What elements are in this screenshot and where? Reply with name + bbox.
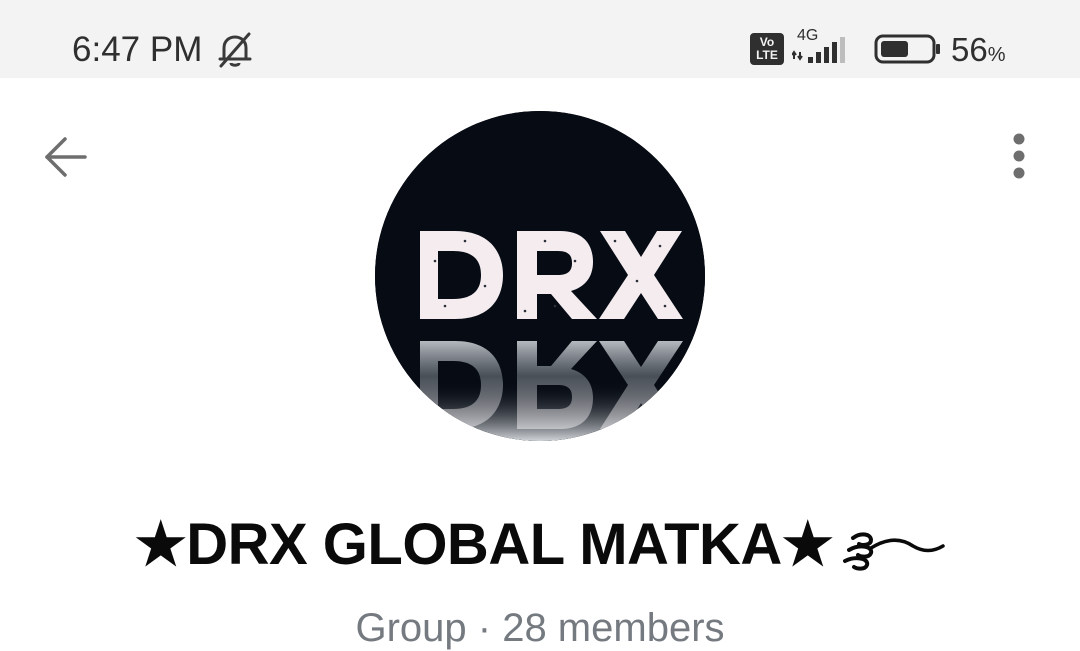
battery-percent-value: 56: [951, 31, 988, 68]
more-options-button[interactable]: [996, 126, 1042, 186]
status-time: 6:47 PM: [72, 30, 203, 69]
battery-percent-sign: %: [987, 44, 1006, 66]
volte-bottom-label: LTE: [756, 48, 778, 62]
battery-percent: 56%: [951, 30, 1006, 75]
battery-icon: [874, 34, 940, 64]
signal-icon: [792, 37, 845, 63]
volte-icon: Vo LTE: [750, 33, 784, 65]
group-avatar[interactable]: [375, 111, 705, 441]
wave-squiggle-icon: [843, 532, 946, 571]
bell-off-icon: [218, 32, 252, 68]
drx-logo: [375, 111, 705, 441]
arrow-left-icon: [45, 137, 87, 177]
group-title: ★DRX GLOBAL MATKA★: [0, 510, 1080, 580]
group-title-text: ★DRX GLOBAL MATKA★: [134, 512, 834, 577]
more-vertical-icon: [1013, 133, 1025, 179]
back-button[interactable]: [36, 128, 94, 186]
group-member-count: Group · 28 members: [355, 606, 725, 650]
status-bar: 6:47 PM Vo LTE 4G 56%: [0, 0, 1080, 78]
